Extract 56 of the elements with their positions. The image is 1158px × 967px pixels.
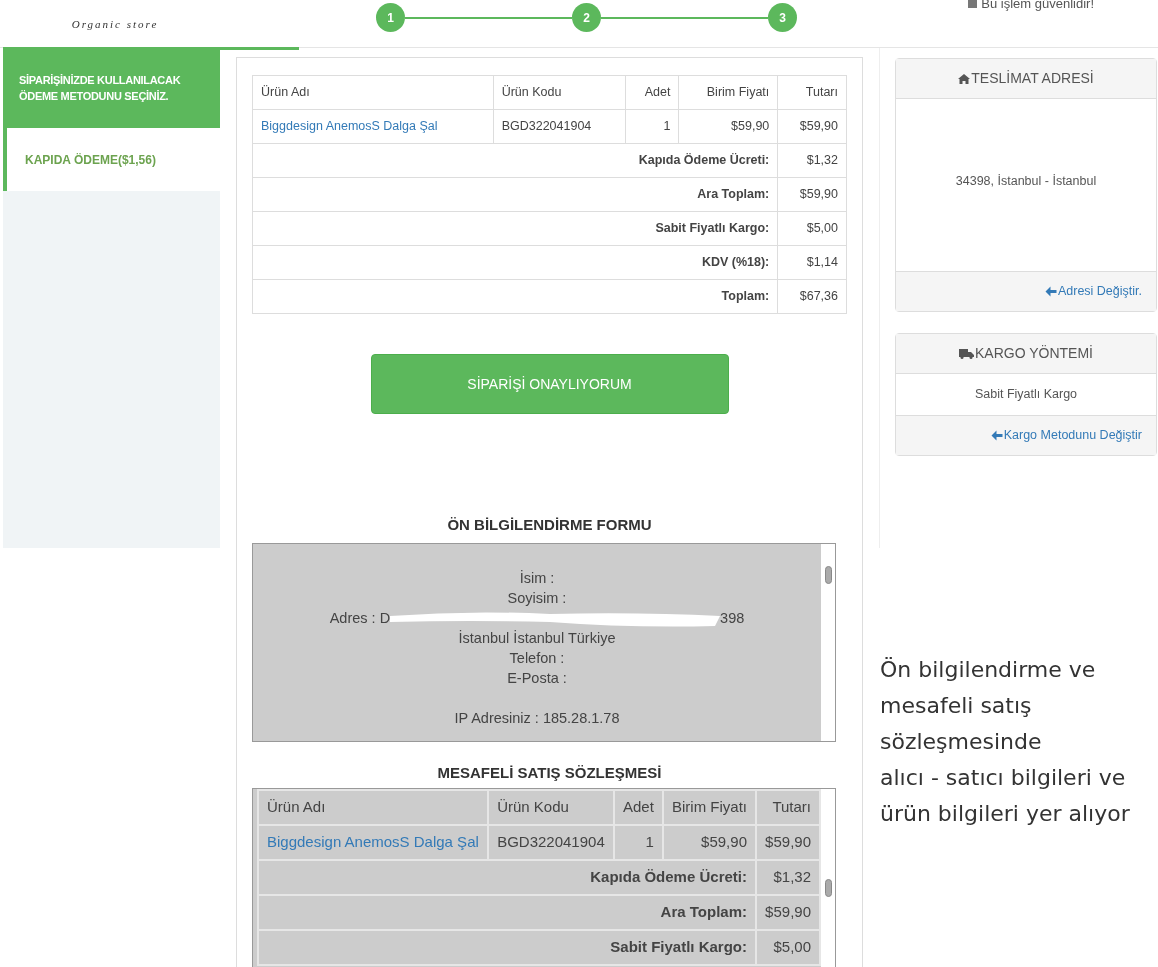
table-cell: $59,90 [678, 109, 778, 144]
address-text: 34398, İstanbul - İstanbul [955, 173, 1097, 190]
table-cell: 1 [625, 109, 679, 144]
sidebar-header: SİPARİŞİNİZDE KULLANILACAK ÖDEME METODUNU SEÇİNİZ. [3, 48, 220, 128]
summary-label: Sabit Fiyatlı Kargo: [252, 211, 778, 246]
form-line: Soyisim : [507, 588, 567, 608]
summary-label: Ara Toplam: [258, 895, 756, 930]
column-header: Birim Fiyatı [662, 790, 756, 825]
home-icon [958, 73, 971, 84]
summary-label: Sabit Fiyatlı Kargo: [258, 930, 756, 965]
summary-value: $5,00 [777, 211, 847, 246]
summary-value: $67,36 [777, 279, 847, 314]
payment-method[interactable]: KAPIDA ÖDEME($1,56) [3, 128, 220, 191]
annotation-text: Ön bilgilendirme ve mesafeli satış sözleşmesinde alıcı - satıcı bilgileri ve ürün bilgileri yer alıyor [880, 656, 1131, 828]
table-cell: $59,90 [662, 825, 756, 860]
summary-label: KDV (%18): [252, 245, 778, 280]
column-header: Ürün Adı [258, 790, 489, 825]
column-header: Ürün Adı [252, 75, 494, 110]
card-title: TESLİMAT ADRESİ [896, 59, 1156, 99]
section-title: ÖN BİLGİLENDİRME FORMU [446, 515, 653, 535]
summary-value: $1,32 [777, 143, 847, 178]
shipping-method: Sabit Fiyatlı Kargo [974, 386, 1078, 404]
column-header: Tutarı [777, 75, 847, 110]
section-title: MESAFELİ SATIŞ SÖZLEŞMESİ [436, 762, 663, 783]
column-header: Ürün Kodu [488, 790, 614, 825]
summary-label: Kapıda Ödeme Ücreti: [258, 860, 756, 895]
column-header: Ürün Kodu [493, 75, 626, 110]
column-header: Adet [625, 75, 679, 110]
scrollbar-thumb[interactable] [824, 879, 832, 897]
arrow-left-icon [990, 430, 1003, 441]
table-cell: $59,90 [777, 109, 847, 144]
summary-label: Toplam: [252, 279, 778, 314]
truck-icon [959, 348, 974, 359]
form-line: IP Adresiniz : 185.28.1.78 [454, 708, 620, 728]
arrow-left-icon [1044, 286, 1057, 297]
card-title: KARGO YÖNTEMİ [896, 334, 1156, 374]
form-line: 398 [720, 608, 745, 628]
column-header: Adet [613, 790, 663, 825]
form-line: E-Posta : [507, 668, 567, 688]
table-cell: 1 [613, 825, 663, 860]
form-line: İsim : [519, 568, 555, 588]
lock-icon [968, 0, 978, 9]
summary-value: $59,90 [777, 177, 847, 212]
form-line: Telefon : [509, 648, 565, 668]
scrollbar-thumb[interactable] [824, 565, 832, 584]
summary-value: $1,14 [777, 245, 847, 280]
table-cell: BGD322041904 [488, 825, 614, 860]
form-line: İstanbul İstanbul Türkiye [458, 628, 616, 648]
summary-label: Kapıda Ödeme Ücreti: [252, 143, 778, 178]
column-header: Birim Fiyatı [678, 75, 778, 110]
form-line: Adres : D [329, 608, 391, 628]
table-cell: BGD322041904 [493, 109, 626, 144]
summary-label: Ara Toplam: [252, 177, 778, 212]
logo-tagline: Organic store [71, 17, 159, 32]
confirm-order-button[interactable]: SİPARİŞİ ONAYLIYORUM [370, 354, 729, 414]
change-address-link[interactable]: Adresi Değiştir. [1044, 282, 1142, 301]
